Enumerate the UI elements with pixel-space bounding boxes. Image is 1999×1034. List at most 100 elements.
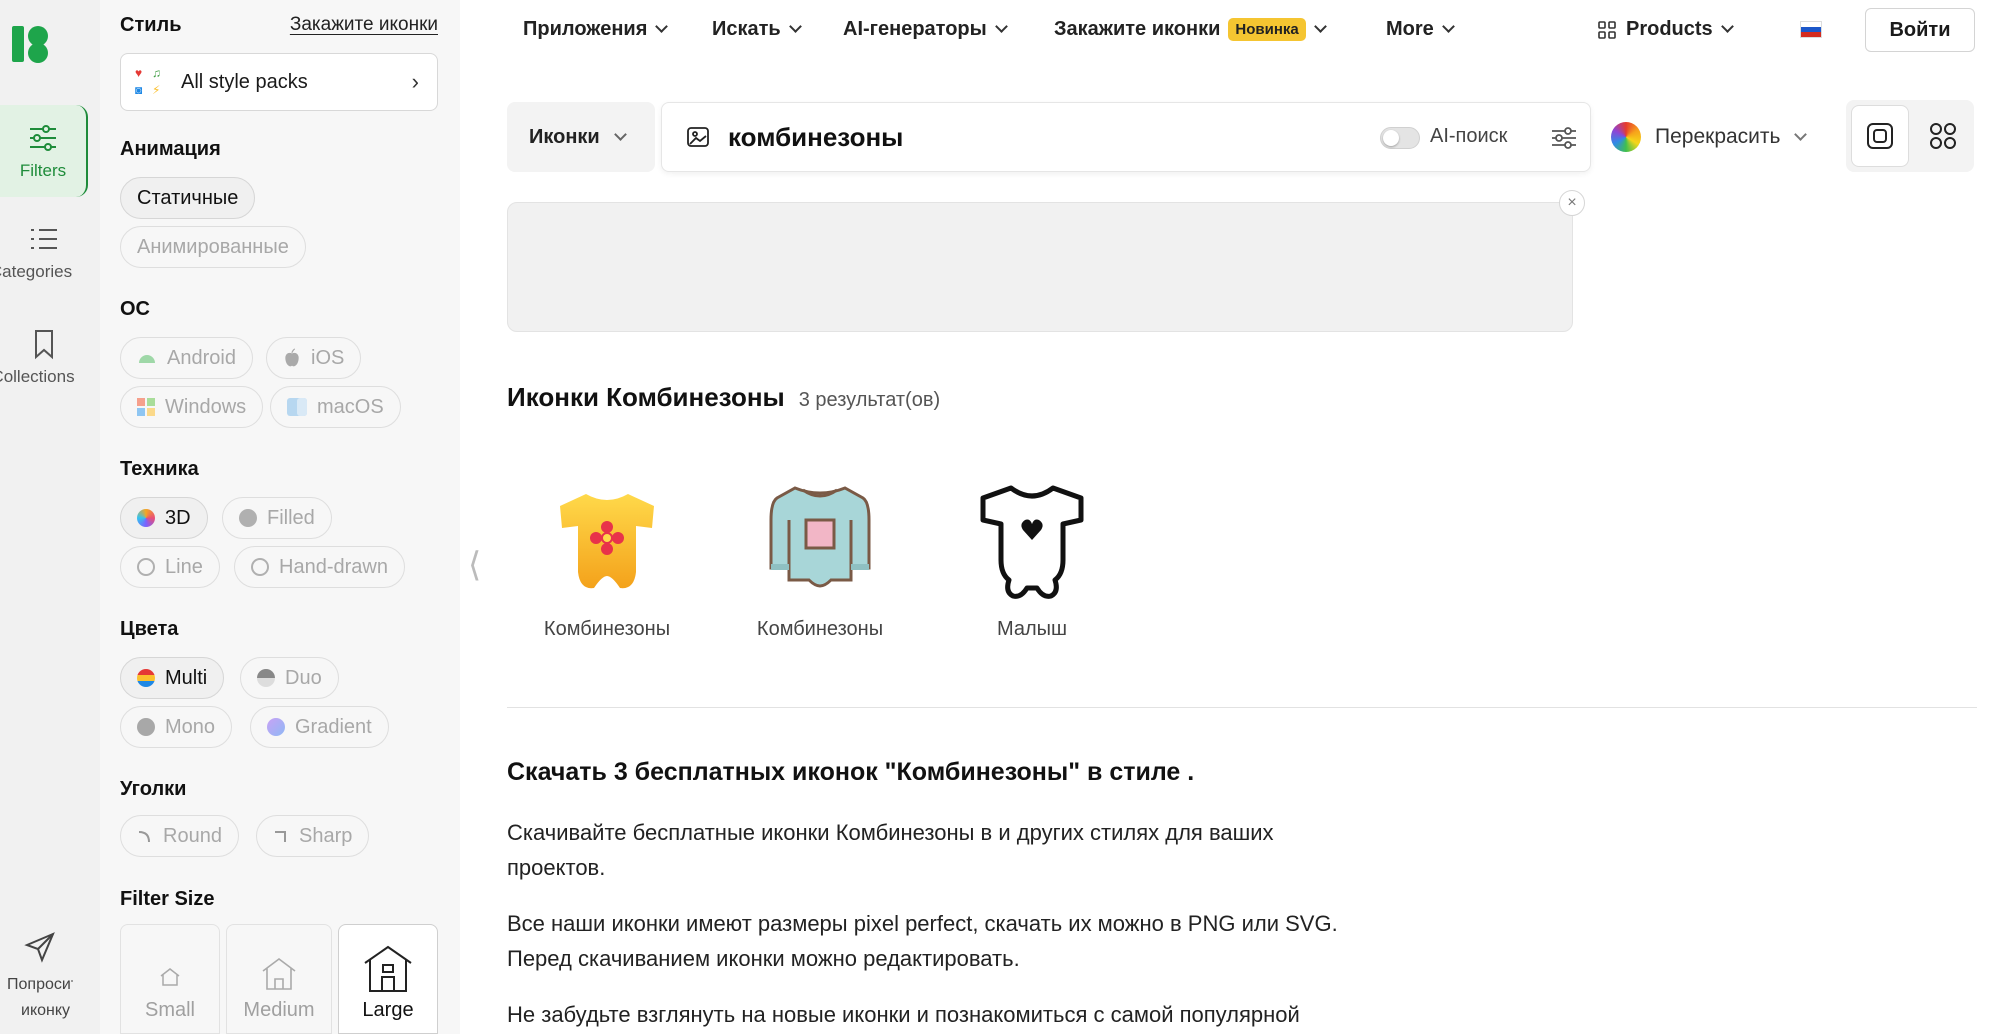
android-icon [139, 355, 155, 363]
technique-title: Техника [120, 458, 199, 480]
chip-mono-label: Mono [165, 715, 216, 738]
chip-sharp[interactable]: Sharp [256, 815, 370, 857]
style-title: Стиль [120, 14, 182, 36]
chip-3d-label: 3D [165, 506, 191, 529]
rail-categories-label: Categories [0, 262, 73, 281]
chip-filled-label: Filled [267, 506, 315, 529]
section-divider [507, 707, 1977, 708]
sliders-icon [30, 125, 56, 151]
chip-android[interactable]: Android [120, 337, 253, 379]
result-card[interactable]: Комбинезоны [735, 480, 905, 641]
chip-static[interactable]: Статичные [120, 177, 256, 219]
nav-apps[interactable]: Приложения [523, 18, 669, 41]
chip-ios-label: iOS [311, 346, 345, 369]
chip-duo[interactable]: Duo [240, 657, 339, 699]
asset-type-select[interactable]: Иконки [507, 102, 655, 172]
result-card[interactable]: Малыш [947, 480, 1117, 641]
grid-icon [1598, 20, 1616, 39]
chip-round-label: Round [163, 824, 222, 847]
search-settings-icon[interactable] [1549, 123, 1579, 153]
chip-android-label: Android [167, 346, 236, 369]
chip-gradient[interactable]: Gradient [250, 706, 389, 748]
chip-macos[interactable]: macOS [270, 386, 401, 428]
request-icon-label: Попросить иконку [7, 976, 73, 1019]
icons8-logo[interactable] [12, 24, 52, 64]
chip-hand-drawn[interactable]: Hand-drawn [234, 546, 405, 588]
grid-view-button[interactable] [1914, 105, 1972, 167]
result-card[interactable]: Комбинезоны [522, 480, 692, 641]
size-medium[interactable]: Medium [226, 924, 332, 1034]
results-count: 3 результат(ов) [798, 389, 941, 411]
nav-products-label: Products [1626, 18, 1713, 40]
house-small-icon [160, 968, 180, 986]
size-large[interactable]: Large [338, 924, 438, 1034]
nav-search-label: Искать [712, 18, 781, 40]
chip-line-label: Line [165, 555, 203, 578]
nav-ai-generators[interactable]: AI-генераторы [843, 18, 1008, 41]
chevron-down-icon [655, 20, 669, 33]
rail-collections-label: Collections [0, 367, 75, 386]
app-root: Filters Categories Collections Попросить… [0, 0, 1999, 1034]
os-title: ОС [120, 298, 150, 320]
finder-icon [287, 398, 307, 416]
description-line: Скачивайте бесплатные иконки Комбинезоны… [507, 820, 1274, 845]
size-small[interactable]: Small [120, 924, 220, 1034]
hand-drawn-icon [251, 558, 269, 576]
rail-categories[interactable]: Categories [0, 222, 88, 282]
request-icon-button[interactable]: Попросить иконку [0, 930, 80, 1024]
chevron-down-icon [1313, 20, 1327, 33]
description-line: проектов. [507, 855, 606, 880]
chip-3d[interactable]: 3D [120, 497, 208, 539]
result-caption: Комбинезоны [543, 618, 671, 640]
nav-order-icons[interactable]: Закажите иконки Новинка [1054, 18, 1327, 41]
nav-order-label: Закажите иконки [1054, 18, 1221, 40]
rail-filters-label: Filters [19, 161, 67, 180]
new-badge: Новинка [1228, 18, 1306, 41]
download-title: Скачать 3 бесплатных иконок "Комбинезоны… [507, 758, 1195, 786]
nav-search[interactable]: Искать [712, 18, 802, 41]
gradient-color-icon [267, 718, 285, 736]
view-switcher [1846, 100, 1974, 172]
chip-mono[interactable]: Mono [120, 706, 233, 748]
result-caption: Малыш [996, 618, 1068, 640]
ai-search-toggle[interactable] [1380, 127, 1420, 149]
chip-round[interactable]: Round [120, 815, 239, 857]
chip-line[interactable]: Line [120, 546, 220, 588]
nav-more[interactable]: More [1386, 18, 1455, 41]
house-medium-icon [262, 958, 296, 990]
grid-view-icon [1930, 123, 1956, 149]
language-flag-icon[interactable] [1800, 21, 1822, 38]
blue-longsleeve-onesie-icon [769, 486, 871, 588]
collapse-panel-handle[interactable]: ⟨ [468, 545, 481, 585]
bookmark-icon [35, 330, 53, 360]
left-rail: Filters Categories Collections Попросить… [0, 0, 100, 1034]
login-button[interactable]: Войти [1865, 8, 1975, 52]
recolor-label: Перекрасить [1655, 125, 1781, 148]
windows-icon [137, 398, 155, 416]
order-icons-link[interactable]: Закажите иконки [290, 14, 438, 36]
close-icon[interactable]: × [1559, 190, 1585, 216]
mono-color-icon [137, 718, 155, 736]
chip-multi[interactable]: Multi [120, 657, 225, 699]
rail-filters[interactable]: Filters [0, 105, 88, 197]
chevron-down-icon [994, 20, 1008, 33]
description-paragraph-1: Скачивайте бесплатные иконки Комбинезоны… [507, 815, 1427, 885]
chip-filled[interactable]: Filled [222, 497, 332, 539]
rail-collections[interactable]: Collections [0, 327, 88, 387]
ai-search-label: AI-поиск [1430, 125, 1508, 147]
recolor-button[interactable]: Перекрасить [1611, 102, 1808, 172]
asset-type-label: Иконки [529, 125, 600, 148]
search-box[interactable]: комбинезоны AI-поиск [661, 102, 1591, 172]
chip-animated[interactable]: Анимированные [120, 226, 306, 268]
chip-hand-drawn-label: Hand-drawn [279, 555, 388, 578]
chip-gradient-label: Gradient [295, 715, 372, 738]
single-view-button[interactable] [1851, 105, 1909, 167]
chevron-down-icon [788, 20, 802, 33]
chip-animated-label: Анимированные [137, 235, 289, 258]
nav-products[interactable]: Products [1598, 18, 1734, 41]
chip-windows[interactable]: Windows [120, 386, 264, 428]
description-paragraph-3: Не забудьте взглянуть на новые иконки и … [507, 997, 1427, 1032]
search-input[interactable]: комбинезоны [728, 122, 903, 153]
chip-ios[interactable]: iOS [266, 337, 362, 379]
style-pack-selector[interactable]: ♥ ♫ ◙ ⚡ All style packs › [120, 53, 438, 111]
